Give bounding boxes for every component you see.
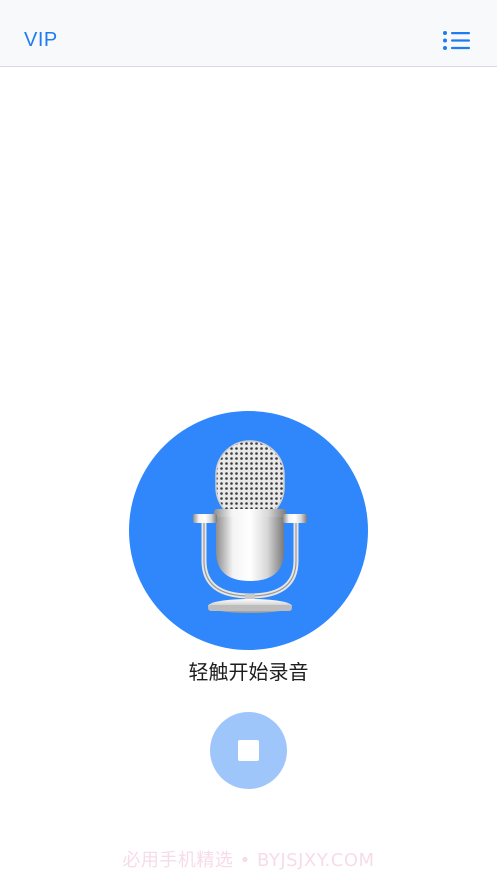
watermark-text: 必用手机精选 • BYJSJXY.COM [122, 850, 375, 871]
navigation-bar: VIP [0, 0, 497, 67]
record-hint-text: 轻触开始录音 [188, 660, 309, 684]
stop-icon [238, 740, 259, 761]
microphone-icon [193, 440, 307, 613]
stop-button[interactable] [210, 712, 287, 789]
list-menu-icon[interactable] [442, 28, 472, 54]
record-button[interactable] [129, 411, 368, 650]
recorder-screen: VIP 轻触开始录音 必用手机精选 • BYJSJXY.COM [0, 0, 497, 883]
vip-button[interactable]: VIP [24, 28, 58, 52]
